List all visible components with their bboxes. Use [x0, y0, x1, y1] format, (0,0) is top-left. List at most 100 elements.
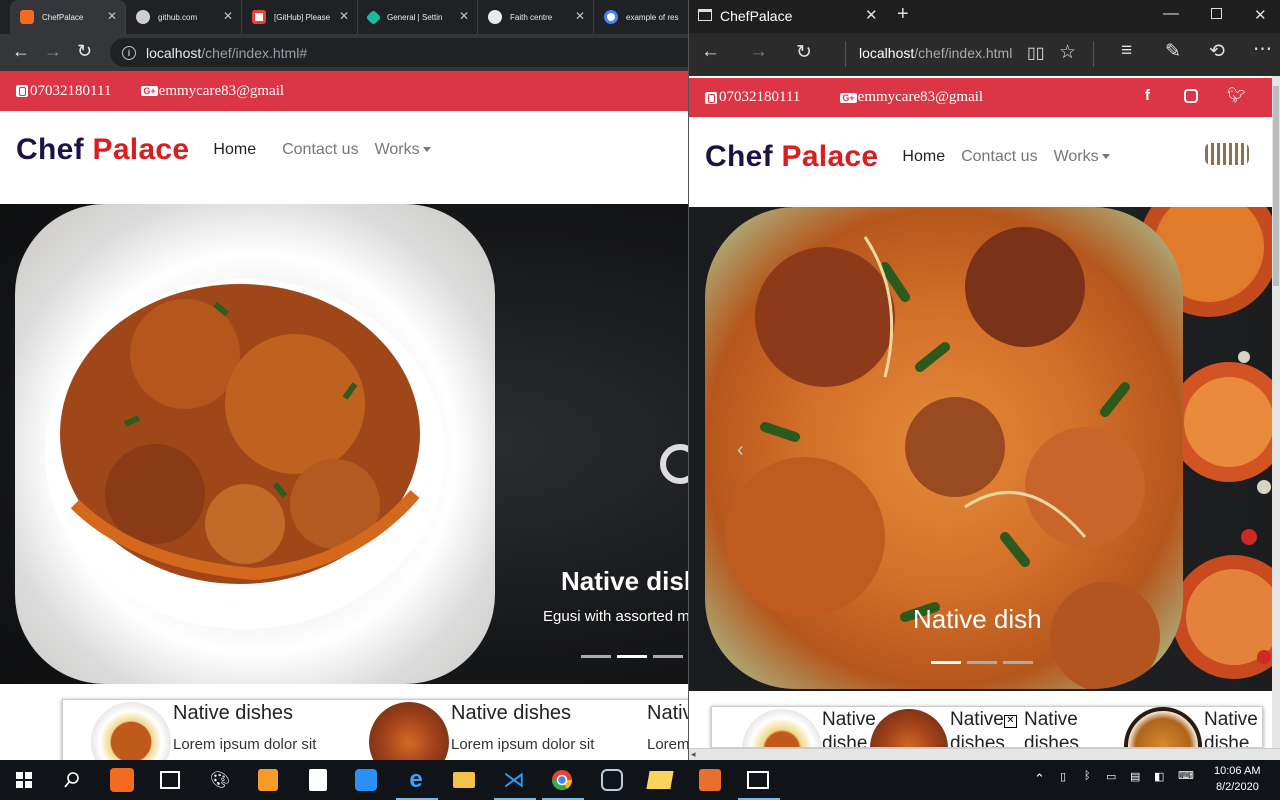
tab-strip: ChefPalace ✕ github.com ✕ [GitHub] Pleas…: [0, 0, 688, 34]
card-title: Nativ: [647, 702, 688, 724]
wps-writer-icon[interactable]: [352, 766, 380, 794]
back-icon[interactable]: ←: [701, 41, 720, 63]
close-tab-icon[interactable]: ✕: [107, 9, 117, 23]
paint3d-icon[interactable]: [598, 766, 626, 794]
nav-contact[interactable]: Contact us: [282, 141, 358, 159]
carousel-indicator-3[interactable]: [1003, 661, 1033, 664]
brand-second: Palace: [92, 133, 190, 166]
phone-contact[interactable]: 07032180111: [705, 89, 800, 106]
nav-works[interactable]: Works: [1054, 148, 1110, 166]
tab-settings[interactable]: General | Settin ✕: [358, 0, 478, 34]
tab-faith-centre[interactable]: Faith centre ✕: [478, 0, 594, 34]
carousel-indicator-2[interactable]: [617, 655, 647, 658]
keyboard-icon[interactable]: ⌨: [1178, 769, 1194, 782]
tab-chefpalace[interactable]: ChefPalace ✕: [10, 0, 126, 34]
nav-home[interactable]: Home: [902, 148, 945, 166]
scroll-left-icon[interactable]: ◂: [691, 749, 696, 760]
nav-contact[interactable]: Contact us: [961, 148, 1037, 166]
tab-gmail[interactable]: [GitHub] Please ✕: [242, 0, 358, 34]
close-tab-icon[interactable]: ✕: [223, 9, 233, 23]
address-bar[interactable]: localhost/chef/index.html: [859, 45, 1012, 61]
sublime-text-icon[interactable]: [254, 766, 282, 794]
carousel-indicator-3[interactable]: [653, 655, 683, 658]
close-window-icon[interactable]: ✕: [1254, 6, 1267, 24]
tab-google[interactable]: example of res: [594, 0, 688, 34]
show-hidden-icons[interactable]: ⌃: [1034, 771, 1045, 787]
close-tab-icon[interactable]: ✕: [575, 9, 585, 23]
web-note-icon[interactable]: ✎: [1165, 40, 1181, 63]
paint-icon[interactable]: 🎨︎: [206, 766, 234, 794]
carousel-prev-icon[interactable]: ‹: [737, 439, 744, 462]
close-tab-icon[interactable]: ✕: [865, 6, 878, 24]
instagram-icon[interactable]: [1184, 89, 1198, 103]
more-icon[interactable]: ⋯: [1253, 38, 1272, 61]
url-host: localhost: [859, 45, 915, 61]
hero-carousel[interactable]: ‹ Native dish: [689, 207, 1273, 691]
divider: [845, 41, 846, 67]
forward-icon[interactable]: →: [749, 41, 768, 63]
twitter-icon[interactable]: 🐦︎: [1227, 86, 1246, 105]
email-contact[interactable]: G+ emmycare83@gmail: [141, 83, 284, 100]
nav-works[interactable]: Works: [375, 141, 431, 159]
media-player-icon[interactable]: [696, 766, 724, 794]
tab-github[interactable]: github.com ✕: [126, 0, 242, 34]
windows-taskbar: 🎨︎ e ⋊ ⌃ ▯ ᛒ ▭ ▤ ◧ ⌨ 10:06 AM 8/2/2020: [0, 760, 1280, 800]
documents-icon[interactable]: [304, 766, 332, 794]
share-icon[interactable]: ⟲: [1209, 40, 1225, 63]
clock-time[interactable]: 10:06 AM: [1214, 765, 1260, 777]
brand-logo[interactable]: Chef Palace: [705, 140, 878, 174]
maximize-icon[interactable]: [1211, 8, 1222, 19]
notification-icon[interactable]: ▤: [1130, 770, 1140, 783]
info-icon[interactable]: i: [122, 45, 136, 60]
usb-icon[interactable]: ▯: [1060, 770, 1066, 783]
edge-window: ChefPalace ✕ + — ✕ ← → ↻ localhost/chef/…: [688, 0, 1280, 760]
card-title: Native: [1024, 709, 1078, 730]
vscode-icon[interactable]: ⋊: [500, 766, 528, 794]
back-icon[interactable]: ←: [12, 41, 30, 62]
search-icon[interactable]: [58, 766, 86, 794]
maps-icon[interactable]: [646, 766, 674, 794]
edge-toolbar: ← → ↻ localhost/chef/index.html ▯▯ ☆ ≡ ✎…: [689, 33, 1280, 76]
reading-view-icon[interactable]: ▯▯: [1027, 43, 1045, 63]
file-explorer-icon[interactable]: [450, 766, 478, 794]
phone-number: 07032180111: [719, 89, 801, 105]
reload-icon[interactable]: ↻: [77, 41, 92, 62]
facebook-icon[interactable]: f: [1145, 87, 1150, 104]
store-icon[interactable]: [156, 766, 184, 794]
new-tab-icon[interactable]: +: [897, 3, 909, 26]
scrollbar-thumb[interactable]: [1273, 86, 1279, 286]
reload-icon[interactable]: ↻: [796, 41, 812, 64]
hub-icon[interactable]: ≡: [1121, 40, 1132, 62]
vertical-scrollbar[interactable]: [1272, 76, 1280, 748]
brand-logo[interactable]: Chef Palace: [16, 133, 189, 167]
close-tab-icon[interactable]: ✕: [339, 9, 349, 23]
volume-icon[interactable]: ◧: [1154, 770, 1164, 783]
address-bar[interactable]: i localhost/chef/index.html#: [110, 38, 688, 67]
forward-icon[interactable]: →: [44, 41, 62, 62]
clock-date[interactable]: 8/2/2020: [1216, 781, 1259, 793]
horizontal-scrollbar[interactable]: ◂: [689, 748, 1280, 760]
dish-cards: Native dishes Lorem ipsum dolor sit Nati…: [62, 699, 688, 760]
windows-start-icon[interactable]: [10, 766, 38, 794]
network-icon[interactable]: ▭: [1106, 770, 1116, 783]
bluetooth-icon[interactable]: ᛒ: [1084, 770, 1091, 782]
favorite-star-icon[interactable]: ☆: [1059, 41, 1076, 64]
xampp-icon[interactable]: [108, 766, 136, 794]
edge-tab-title[interactable]: ChefPalace: [720, 8, 792, 24]
carousel-indicator-1[interactable]: [581, 655, 611, 658]
minimize-icon[interactable]: —: [1163, 5, 1179, 23]
card-title: Native: [1204, 709, 1258, 730]
email-contact[interactable]: G+ emmycare83@gmail: [840, 89, 983, 106]
carousel-title: Native dish: [913, 604, 1042, 634]
chrome-icon[interactable]: [548, 766, 576, 794]
nav-home[interactable]: Home: [213, 141, 256, 159]
close-tab-icon[interactable]: ✕: [459, 9, 469, 23]
carousel-indicator-1[interactable]: [931, 661, 961, 664]
carousel-indicator-2[interactable]: [967, 661, 997, 664]
edge-icon[interactable]: e: [402, 766, 430, 794]
hero-carousel[interactable]: Native dish Egusi with assorted m: [0, 204, 688, 684]
phone-contact[interactable]: 07032180111: [16, 83, 111, 100]
background-decoration: [660, 444, 688, 484]
google-plus-icon: G+: [141, 86, 158, 96]
photos-icon[interactable]: [744, 766, 772, 794]
